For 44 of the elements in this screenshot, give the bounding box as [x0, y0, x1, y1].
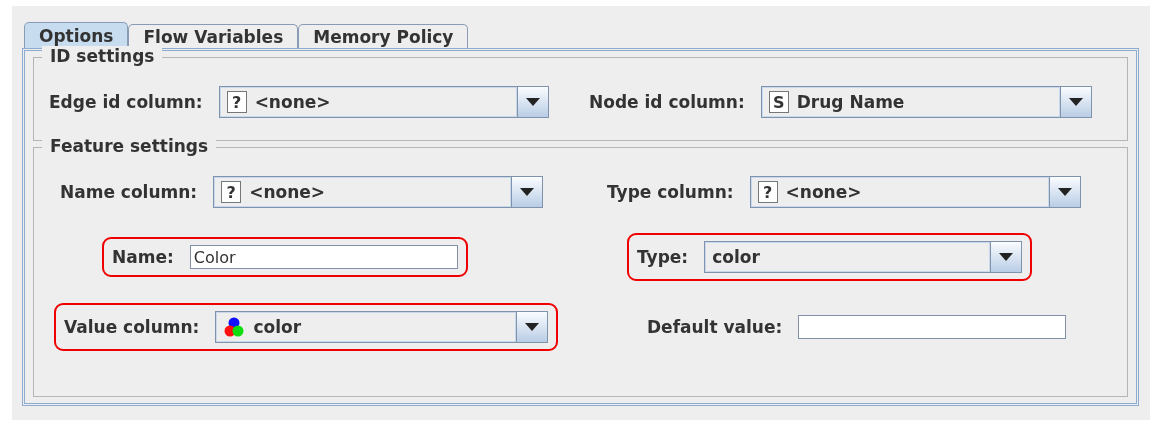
dropdown[interactable]: ? <none> [213, 176, 544, 208]
field-label: Node id column: [589, 92, 745, 112]
dropdown-arrow-button[interactable] [1059, 87, 1091, 117]
caret-icon [520, 188, 535, 196]
dropdown-value: <none> [249, 182, 326, 202]
type-icon: ? [221, 181, 242, 203]
dropdown-arrow-button[interactable] [516, 87, 548, 117]
color-circles-icon [223, 316, 246, 338]
dropdown-arrow-button[interactable] [990, 242, 1022, 272]
group-title: ID settings [42, 46, 163, 66]
dropdown[interactable]: S Drug Name [760, 86, 1092, 118]
tab[interactable]: Flow Variables [128, 24, 299, 48]
input-field[interactable]: Color [189, 245, 458, 269]
caret-icon [525, 98, 540, 106]
field-label: Default value: [647, 317, 783, 337]
field-label: Type column: [607, 182, 734, 202]
field-label: Name: [112, 247, 174, 267]
caret-icon [1057, 188, 1072, 196]
caret-icon [525, 323, 540, 331]
tab[interactable]: Memory Policy [298, 24, 469, 48]
type-icon: ? [757, 181, 778, 203]
field-label: Value column: [64, 317, 200, 337]
dropdown-value: Drug Name [796, 92, 905, 112]
dropdown-arrow-button[interactable] [1048, 177, 1080, 207]
caret-icon [1068, 98, 1083, 106]
dropdown-arrow-button[interactable] [516, 312, 548, 342]
caret-icon [999, 253, 1014, 261]
field-label: Name column: [60, 182, 198, 202]
type-icon: ? [226, 91, 247, 113]
dropdown-value: <none> [785, 182, 862, 202]
dropdown-value: color [712, 247, 760, 267]
tab[interactable]: Options [24, 22, 129, 48]
dropdown[interactable]: color [704, 241, 1023, 273]
dropdown[interactable]: ? <none> [218, 86, 549, 118]
field-label: Type: [637, 247, 689, 267]
dropdown[interactable]: color [215, 311, 549, 343]
dropdown[interactable]: ? <none> [749, 176, 1081, 208]
field-label: Edge id column: [49, 92, 203, 112]
dropdown-value: color [253, 317, 302, 337]
group-title: Feature settings [42, 136, 217, 156]
dropdown-value: <none> [254, 92, 331, 112]
type-icon: S [768, 91, 789, 113]
dropdown-arrow-button[interactable] [511, 177, 543, 207]
input-field[interactable] [798, 315, 1067, 339]
